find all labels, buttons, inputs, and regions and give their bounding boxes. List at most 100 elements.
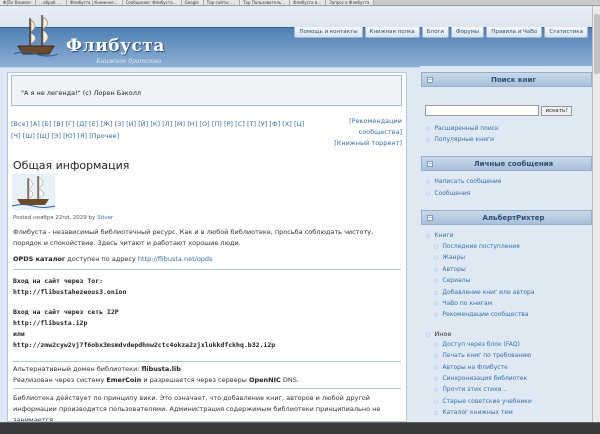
- books-menu-link[interactable]: Сериалы: [434, 277, 470, 284]
- topnav-link[interactable]: Правила и ЧаВо: [486, 27, 543, 38]
- topnav-link[interactable]: Форумы: [450, 27, 485, 38]
- alphabet-letter-link[interactable]: [Прочее]: [89, 132, 119, 140]
- post-date: Posted ноября 22nd, 2029 by: [13, 215, 96, 221]
- book-torrent-link[interactable]: [Книжный торрент]: [334, 139, 402, 147]
- topnav-link[interactable]: Блоги: [421, 27, 449, 38]
- alphabet-letter-link[interactable]: [С]: [235, 120, 245, 128]
- opds-paragraph: OPDS каталог доступен по адресу http://f…: [13, 254, 401, 265]
- write-message-link[interactable]: Написать сообщение: [426, 178, 501, 185]
- other-menu-link[interactable]: Авторы на Флибусте: [434, 364, 507, 371]
- topnav-link[interactable]: Книжная полка: [364, 27, 420, 38]
- sidebar: − Поиск книг искать! Расширенный поиск П…: [420, 66, 592, 422]
- alphabet-letter-link[interactable]: [Ш]: [23, 132, 35, 140]
- emercoin-link[interactable]: EmerCoin: [106, 376, 141, 384]
- alphabet-letter-link[interactable]: [Г]: [65, 120, 74, 128]
- alphabet-letter-link[interactable]: [Т]: [247, 120, 256, 128]
- top-navigation: Помощь и контакты Книжная полка Блоги Форум…: [294, 27, 588, 38]
- i2p-link[interactable]: http://flibusta.i2p: [13, 319, 87, 327]
- popular-books-link[interactable]: Популярные книги: [426, 136, 494, 143]
- alphabet-letter-link[interactable]: [Н]: [187, 120, 197, 128]
- alphabet-letter-link[interactable]: [В]: [54, 120, 64, 128]
- or-text: или: [13, 330, 25, 338]
- alphabet-letter-link[interactable]: [Ф]: [269, 120, 280, 128]
- advanced-search-link[interactable]: Расширенный поиск: [426, 125, 498, 132]
- alphabet-letter-link[interactable]: [А]: [30, 120, 40, 128]
- books-menu-link[interactable]: Жанры: [434, 254, 465, 261]
- alphabet-index: [Все] [А] [Б] [В] [Г] [Д] [Е] [Ж] [З] [И] [Й] [К] [Л…: [11, 118, 311, 142]
- ship-article-icon: [12, 174, 55, 210]
- opds-link[interactable]: http://flibusta.net/opds: [138, 255, 213, 263]
- opennic-link[interactable]: OpenNIC: [249, 376, 281, 384]
- user-block-title: АльбертРихтер: [482, 214, 545, 222]
- alphabet-letter-link[interactable]: [Э]: [51, 132, 61, 140]
- article-title: Общая информация: [13, 159, 130, 172]
- search-input[interactable]: [425, 105, 539, 116]
- alphabet-letter-link[interactable]: [Й]: [138, 120, 148, 128]
- other-menu-link[interactable]: Доступ через блок (FAQ): [434, 341, 519, 348]
- alphabet-letter-link[interactable]: [М]: [174, 120, 185, 128]
- alt-domain-label: Альтернативный домен библиотеки:: [13, 365, 140, 373]
- topnav-link[interactable]: Статистика: [544, 27, 588, 38]
- extra-links: [Рекомендации сообщества] [Книжный торре…: [314, 116, 402, 149]
- alphabet-letter-link[interactable]: [П]: [212, 120, 222, 128]
- alphabet-letter-link[interactable]: [Ч]: [11, 132, 21, 140]
- alphabet-letter-link[interactable]: [Е]: [89, 120, 98, 128]
- i2p-long-link[interactable]: http://zmw2cyw2vj7f6obx3msmdvdepdhnw2ctc…: [13, 341, 275, 349]
- other-menu-link[interactable]: Старые советские учебники: [434, 398, 531, 405]
- tor-link[interactable]: http://flibustahezeous3.onion: [13, 288, 127, 296]
- messages-link[interactable]: Сообщения: [426, 190, 470, 197]
- collapse-icon[interactable]: −: [427, 215, 433, 221]
- alphabet-letter-link[interactable]: [К]: [150, 120, 160, 128]
- alphabet-letter-link[interactable]: [Все]: [11, 120, 28, 128]
- emer-prefix: Реализован через систему: [13, 376, 105, 384]
- opds-label: OPDS каталог: [13, 255, 66, 263]
- user-block-header[interactable]: − АльбертРихтер: [421, 210, 592, 225]
- post-author-link[interactable]: Stiver: [97, 215, 113, 221]
- alphabet-letter-link[interactable]: [Ж]: [100, 120, 112, 128]
- collapse-icon[interactable]: −: [427, 77, 433, 83]
- scrollbar-thumb[interactable]: [594, 14, 600, 74]
- search-block-header[interactable]: − Поиск книг: [421, 72, 592, 87]
- other-menu-link[interactable]: Прочти этих стихи…: [434, 386, 507, 393]
- alphabet-letter-link[interactable]: [Х]: [282, 120, 292, 128]
- topnav-link[interactable]: Помощь и контакты: [294, 27, 363, 38]
- divider: [13, 269, 401, 270]
- divider: [13, 361, 401, 362]
- other-menu-link[interactable]: Каталог книжных тем: [434, 409, 512, 416]
- collapse-icon[interactable]: −: [427, 161, 433, 167]
- community-recommendations-link[interactable]: [Рекомендации сообщества]: [349, 117, 402, 136]
- alphabet-letter-link[interactable]: [Д]: [77, 120, 87, 128]
- alphabet-letter-link[interactable]: [Я]: [77, 132, 87, 140]
- alphabet-letter-link[interactable]: [И]: [126, 120, 136, 128]
- alphabet-letter-link[interactable]: [Б]: [42, 120, 52, 128]
- alphabet-letter-link[interactable]: [Ю]: [63, 132, 75, 140]
- taskbar: [0, 422, 600, 434]
- other-section-label: Иное: [426, 330, 451, 338]
- page-scrollbar[interactable]: [592, 6, 600, 422]
- i2p-label-link[interactable]: I2P: [107, 308, 119, 316]
- opds-text: доступен по адресу: [67, 255, 136, 263]
- other-menu-link[interactable]: Синхронизация библиотек: [434, 375, 527, 382]
- search-block-title: Поиск книг: [490, 76, 537, 84]
- books-menu-link[interactable]: ЧаВо по книгам: [434, 300, 492, 307]
- tor-label: Вход на сайт через Tor:: [13, 277, 104, 285]
- books-menu-link[interactable]: Авторы: [434, 266, 465, 273]
- alphabet-letter-link[interactable]: [Р]: [224, 120, 233, 128]
- alphabet-letter-link[interactable]: [О]: [199, 120, 209, 128]
- alphabet-letter-link[interactable]: [Л]: [162, 120, 172, 128]
- alphabet-letter-link[interactable]: [Ц]: [294, 120, 304, 128]
- books-section-link[interactable]: Книги: [426, 232, 453, 239]
- messages-block-header[interactable]: − Личные сообщения: [421, 156, 592, 171]
- alphabet-letter-link[interactable]: [З]: [115, 120, 124, 128]
- books-menu-link[interactable]: Добавление книг или автора: [434, 289, 534, 296]
- ship-logo-icon[interactable]: [12, 12, 60, 58]
- books-menu-link[interactable]: Последние поступления: [434, 243, 519, 250]
- alphabet-letter-link[interactable]: [Щ]: [37, 132, 49, 140]
- tor-block: Вход на сайт через Tor: http://flibustah…: [13, 276, 401, 298]
- post-meta: Posted ноября 22nd, 2029 by Stiver: [13, 215, 113, 221]
- other-menu-link[interactable]: Печать книг по требованию: [434, 352, 531, 359]
- alphabet-letter-link[interactable]: [У]: [258, 120, 267, 128]
- books-menu-link[interactable]: Рекомендации сообщества: [434, 311, 528, 318]
- search-button[interactable]: искать!: [541, 106, 572, 116]
- site-title[interactable]: Флибуста: [66, 36, 165, 56]
